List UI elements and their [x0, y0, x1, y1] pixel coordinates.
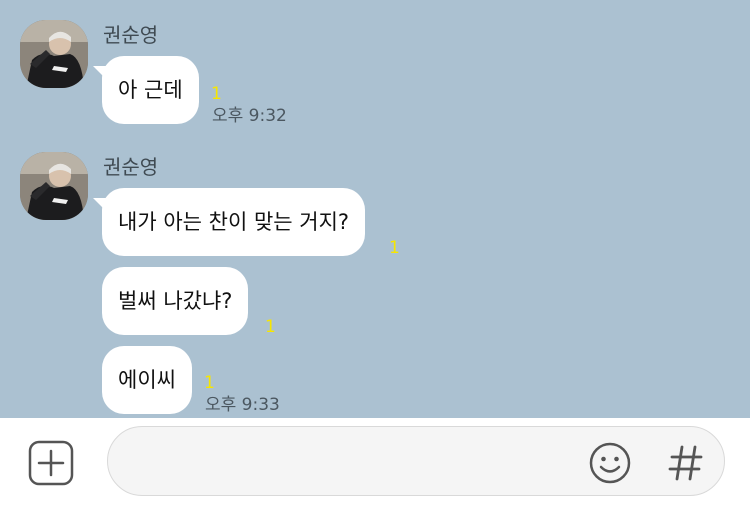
sender-avatar[interactable] [20, 152, 88, 220]
message-input[interactable] [107, 426, 725, 496]
sender-name: 권순영 [103, 23, 159, 47]
smiley-icon [589, 442, 631, 484]
emoji-button[interactable] [588, 441, 632, 485]
unread-count: 1 [265, 317, 276, 337]
avatar-photo-icon [20, 152, 88, 220]
hash-icon [668, 445, 703, 481]
message-time: 오후 9:32 [212, 106, 287, 126]
hashtag-button[interactable] [664, 441, 708, 485]
chat-area: 권순영 아 근데 1 오후 9:32 권순영 내가 아는 찬이 맞는 거지? 1… [0, 0, 750, 418]
message-bubble[interactable]: 아 근데 [93, 56, 199, 124]
sender-name: 권순영 [103, 155, 159, 179]
message-bubble[interactable]: 벌써 나갔냐? [102, 267, 249, 335]
avatar-photo-icon [20, 20, 88, 88]
unread-count: 1 [204, 373, 215, 393]
message-bubble[interactable]: 에이씨 [102, 346, 192, 414]
attach-button[interactable] [28, 440, 74, 486]
message-bubble[interactable]: 내가 아는 찬이 맞는 거지? [92, 188, 366, 256]
unread-count: 1 [211, 84, 222, 104]
sender-avatar[interactable] [20, 20, 88, 88]
plus-square-icon [28, 440, 74, 486]
unread-count: 1 [389, 238, 400, 258]
message-time: 오후 9:33 [205, 395, 280, 415]
